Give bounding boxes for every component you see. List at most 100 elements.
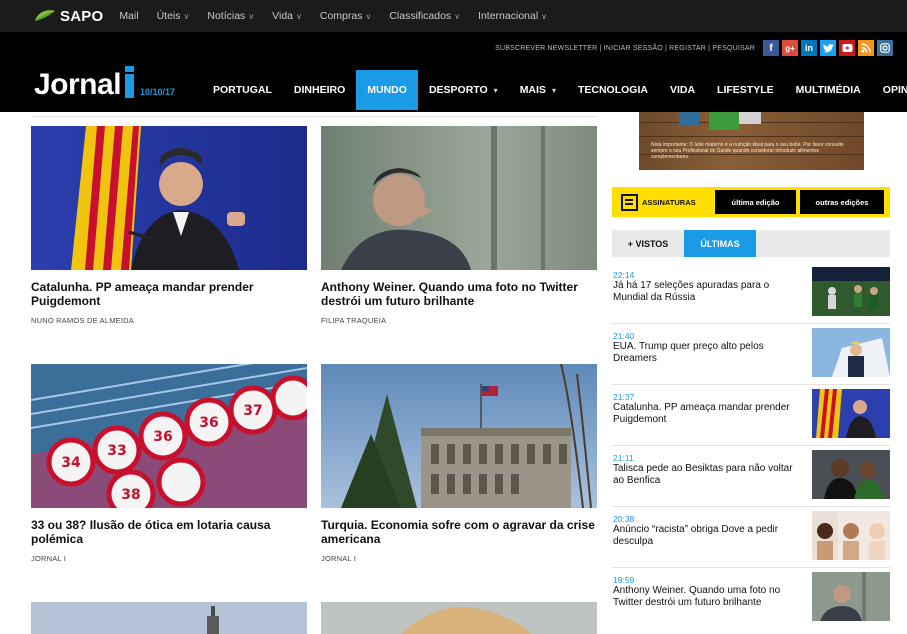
nav-item-mundo[interactable]: MUNDO [356,70,418,110]
nav-item-lifestyle[interactable]: LIFESTYLE [706,70,785,110]
utility-links[interactable]: SUBSCREVER NEWSLETTER | INICIAR SESSÃO |… [495,45,755,52]
article-author[interactable]: FILIPA TRAQUEIA [321,316,597,325]
facebook-icon[interactable]: f [763,40,779,56]
list-item[interactable]: 21:37 Catalunha. PP ameaça mandar prende… [612,385,890,446]
linkedin-icon[interactable]: in [801,40,817,56]
nav-item-portugal[interactable]: PORTUGAL [202,70,283,110]
nav-item-vida[interactable]: VIDA [659,70,706,110]
sapo-link-noticias[interactable]: Notícias ∨ [207,10,254,22]
nav-item-mais[interactable]: MAIS ▾ [509,70,567,110]
ad-product-image [679,112,699,126]
news-thumbnail[interactable] [812,389,890,438]
article-image-embassy[interactable] [321,364,597,508]
chevron-down-icon: ∨ [454,12,461,21]
sapo-link-uteis[interactable]: Úteis ∨ [157,10,190,22]
sidebar-tabs: + VISTOS ÚLTIMAS [612,230,890,257]
edition-date: 10/10/17 [140,87,176,97]
sapo-link-compras[interactable]: Compras ∨ [320,10,371,22]
youtube-icon[interactable] [839,40,855,56]
tab-most-viewed[interactable]: + VISTOS [612,230,684,257]
article-title[interactable]: 33 ou 38? Ilusão de ótica em lotaria cau… [31,518,307,546]
sidebar-advertisement[interactable]: Nota importante: O leite materno é a nut… [639,112,864,170]
news-thumbnail[interactable] [812,267,890,316]
article-image-weiner[interactable] [321,126,597,270]
chevron-down-icon: ∨ [296,12,302,21]
article-card[interactable]: Turquia. Economia sofre com o agravar da… [321,364,597,563]
sapo-logo-text: SAPO [60,7,104,25]
svg-text:36: 36 [153,429,172,445]
nav-item-desporto[interactable]: DESPORTO ▾ [418,70,509,110]
news-time: 22:14 [613,270,635,280]
article-card[interactable]: Anthony Weiner. Quando uma foto no Twitt… [321,126,597,325]
news-time: 20:38 [613,514,635,524]
sapo-link-internacional[interactable]: Internacional ∨ [478,10,547,22]
other-editions-button[interactable]: outras edições [800,190,884,214]
site-header: SUBSCREVER NEWSLETTER | INICIAR SESSÃO |… [0,32,907,112]
news-time: 21:37 [613,392,635,402]
svg-text:36: 36 [199,415,218,431]
ad-disclaimer: Nota importante: O leite materno é a nut… [651,142,844,160]
news-headline[interactable]: Já há 17 seleções apuradas para o Mundia… [613,280,798,304]
list-item[interactable]: 21:11 Talisca pede ao Besiktas para não … [612,446,890,507]
chevron-down-icon: ∨ [541,12,548,21]
article-grid: Catalunha. PP ameaça mandar prender Puig… [31,112,597,634]
news-time: 21:11 [613,453,634,463]
tab-latest[interactable]: ÚLTIMAS [684,230,756,257]
svg-text:37: 37 [243,403,262,419]
article-author[interactable]: JORNAL I [321,554,597,563]
logo-i-mark [125,66,135,98]
nav-item-opiniao[interactable]: OPINIÃO [872,70,907,110]
article-author[interactable]: JORNAL I [31,554,307,563]
article-card[interactable] [31,602,307,634]
news-thumbnail[interactable] [812,328,890,377]
instagram-icon[interactable] [877,40,893,56]
list-item[interactable]: 22:14 Já há 17 seleções apuradas para o … [612,263,890,324]
news-headline[interactable]: Anúncio “racista” obriga Dove a pedir de… [613,524,798,548]
sapo-link-mail[interactable]: Mail [119,10,138,22]
subscriptions-bar: ASSINATURAS última edição outras edições [612,187,890,217]
rss-icon[interactable] [858,40,874,56]
sapo-link-classificados[interactable]: Classificados ∨ [389,10,460,22]
latest-news-list: 22:14 Já há 17 seleções apuradas para o … [612,263,890,629]
last-edition-button[interactable]: última edição [715,190,796,214]
nav-item-tecnologia[interactable]: TECNOLOGIA [567,70,659,110]
sapo-bar: SAPO Mail Úteis ∨ Notícias ∨ Vida ∨ Compras… [0,0,907,32]
site-logo[interactable]: Jornal 10/10/17 [34,66,176,101]
subscriptions-link[interactable]: ASSINATURAS [612,193,715,211]
article-title[interactable]: Turquia. Economia sofre com o agravar da… [321,518,597,546]
article-card[interactable] [321,602,597,634]
news-thumbnail[interactable] [812,450,890,499]
twitter-icon[interactable] [820,40,836,56]
nav-item-dinheiro[interactable]: DINHEIRO [283,70,356,110]
article-title[interactable]: Anthony Weiner. Quando uma foto no Twitt… [321,280,597,308]
article-card[interactable]: 34 33 36 36 37 38 33 ou 38? Ilusão de ótica … [31,364,307,563]
google-plus-icon[interactable]: g+ [782,40,798,56]
article-image-lottery[interactable]: 34 33 36 36 37 38 [31,364,307,508]
nav-item-multimedia[interactable]: MULTIMÉDIA [785,70,872,110]
sapo-link-vida[interactable]: Vida ∨ [272,10,302,22]
logo-word: Jornal [34,68,122,101]
divider [31,116,597,117]
svg-text:33: 33 [107,443,126,459]
main-nav: PORTUGAL DINHEIRO MUNDO DESPORTO ▾ MAIS ▾ … [202,70,907,110]
article-image-puigdemont[interactable] [31,126,307,270]
article-card[interactable]: Catalunha. PP ameaça mandar prender Puig… [31,126,307,325]
ad-product-image [709,112,739,130]
article-title[interactable]: Catalunha. PP ameaça mandar prender Puig… [31,280,307,308]
social-icons: f g+ in [763,40,893,56]
news-thumbnail[interactable] [812,572,890,621]
news-thumbnail[interactable] [812,511,890,560]
list-item[interactable]: 19:59 Anthony Weiner. Quando uma foto no… [612,568,890,629]
list-item[interactable]: 20:38 Anúncio “racista” obriga Dove a pe… [612,507,890,568]
news-headline[interactable]: Anthony Weiner. Quando uma foto no Twitt… [613,585,798,609]
news-headline[interactable]: Catalunha. PP ameaça mandar prender Puig… [613,402,798,426]
article-author[interactable]: NUNO RAMOS DE ALMEIDA [31,316,307,325]
article-image-partial[interactable] [321,602,597,634]
sapo-frog-icon [35,10,55,21]
sapo-logo[interactable]: SAPO [34,8,103,25]
news-headline[interactable]: EUA. Trump quer preço alto pelos Dreamer… [613,341,798,365]
article-image-partial[interactable] [31,602,307,634]
news-headline[interactable]: Talisca pede ao Besiktas para não voltar… [613,463,798,487]
chevron-down-icon: ▾ [493,85,498,95]
list-item[interactable]: 21:40 EUA. Trump quer preço alto pelos D… [612,324,890,385]
